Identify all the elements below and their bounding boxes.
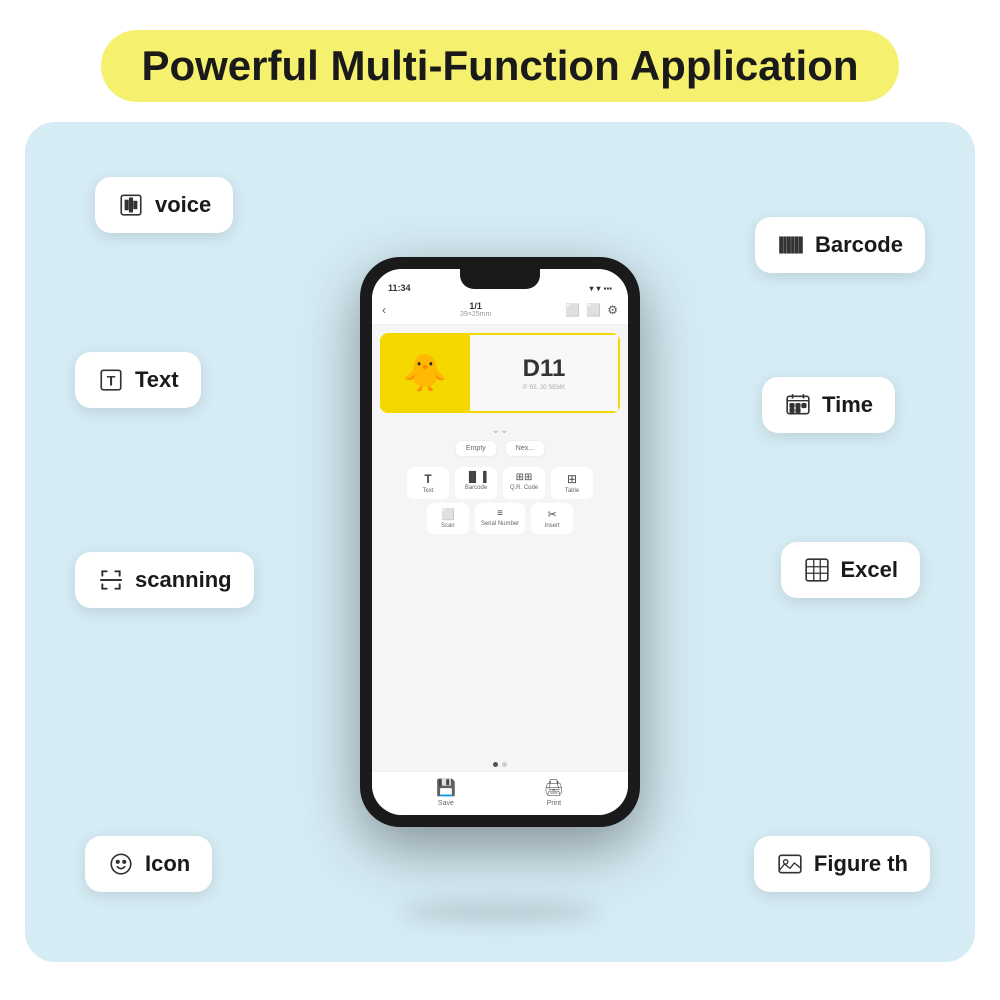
label-preview: 🐥 D11 © '05, 20 SEMK xyxy=(380,333,620,413)
toolbar-insert-label: Insert xyxy=(545,523,560,529)
label-copyright: © '05, 20 SEMK xyxy=(523,385,566,391)
excel-badge[interactable]: Excel xyxy=(781,542,921,598)
time-badge[interactable]: Time xyxy=(762,377,895,433)
toolbar-insert-icon: ✂ xyxy=(548,508,557,521)
toolbar-text-label: Text xyxy=(422,488,433,494)
print-icon: 🖨 xyxy=(544,778,564,798)
title-container: Powerful Multi-Function Application xyxy=(40,30,960,102)
smiley-icon xyxy=(107,850,135,878)
image-icon[interactable]: ⬜ xyxy=(586,303,601,317)
page-num: 1/1 xyxy=(460,301,491,311)
toolbar-table-icon: ⊞ xyxy=(567,472,577,486)
phone-screen: 11:34 ▾ ▾ ▪▪▪ ‹ 1/1 39×25mm ⬜ xyxy=(372,269,628,815)
title-pill: Powerful Multi-Function Application xyxy=(101,30,898,102)
toolbar-barcode-label: Barcode xyxy=(465,485,487,491)
bottom-bar: 💾 Save 🖨 Print xyxy=(372,771,628,815)
app-nav: ‹ 1/1 39×25mm ⬜ ⬜ ⚙ xyxy=(372,297,628,325)
figure-badge[interactable]: Figure th xyxy=(754,836,930,892)
text-badge[interactable]: T Text xyxy=(75,352,201,408)
quick-actions: Empty Nex... xyxy=(372,440,628,461)
time-icon xyxy=(784,391,812,419)
print-btn[interactable]: 🖨 Print xyxy=(544,778,564,807)
toolbar-text-icon: T xyxy=(424,472,431,486)
dot-1 xyxy=(493,762,498,767)
barcode-badge[interactable]: Barcode xyxy=(755,217,925,273)
scanning-badge[interactable]: scanning xyxy=(75,552,254,608)
figure-icon xyxy=(776,850,804,878)
save-btn[interactable]: 💾 Save xyxy=(436,778,456,807)
toolbar-qr-label: Q.R. Code xyxy=(510,485,538,491)
barcode-label: Barcode xyxy=(815,232,903,258)
toolbar-table-btn[interactable]: ⊞ Table xyxy=(551,467,593,499)
voice-icon xyxy=(117,191,145,219)
chevron-down-icon: ⌄⌄ xyxy=(492,425,509,436)
toolbar-row-2: ⬜ Scan ≡ Serial Number ✂ Insert xyxy=(380,503,620,534)
text-icon: T xyxy=(97,366,125,394)
toolbar-serial-label: Serial Number xyxy=(481,521,519,527)
excel-icon xyxy=(803,556,831,584)
icon-label: Icon xyxy=(145,851,190,877)
page-dots xyxy=(372,758,628,771)
dimensions: 39×25mm xyxy=(460,311,491,318)
next-btn[interactable]: Nex... xyxy=(505,440,545,457)
time-label: Time xyxy=(822,392,873,418)
toolbar-table-label: Table xyxy=(565,488,579,494)
toolbar-qr-icon: ⊞⊞ xyxy=(516,472,533,483)
empty-btn[interactable]: Empty xyxy=(455,440,497,457)
share-icon[interactable]: ⬜ xyxy=(565,303,580,317)
battery-icon: ▪▪▪ xyxy=(603,284,612,293)
scanning-label: scanning xyxy=(135,567,232,593)
phone-notch xyxy=(460,269,540,289)
toolbar-barcode-btn[interactable]: ▐▌▐ Barcode xyxy=(455,467,497,499)
dot-2 xyxy=(502,762,507,767)
toolbar-insert-btn[interactable]: ✂ Insert xyxy=(531,503,573,534)
toolbar-qr-btn[interactable]: ⊞⊞ Q.R. Code xyxy=(503,467,545,499)
page-container: Powerful Multi-Function Application voic… xyxy=(0,0,1000,1000)
back-icon[interactable]: ‹ xyxy=(382,303,386,317)
signal-icon: ▾ xyxy=(596,284,600,293)
toolbar-text-btn[interactable]: T Text xyxy=(407,467,449,499)
main-card: voice T Text sca xyxy=(25,122,975,962)
duck-image: 🐥 xyxy=(403,352,448,394)
text-label: Text xyxy=(135,367,179,393)
chevron-area: ⌄⌄ xyxy=(372,421,628,440)
toolbar-scan-btn[interactable]: ⬜ Scan xyxy=(427,503,469,534)
phone-mockup: 11:34 ▾ ▾ ▪▪▪ ‹ 1/1 39×25mm ⬜ xyxy=(360,257,640,827)
phone-shadow xyxy=(400,902,600,922)
icon-badge[interactable]: Icon xyxy=(85,836,212,892)
print-label: Print xyxy=(547,800,561,807)
settings-icon[interactable]: ⚙ xyxy=(607,303,618,317)
svg-text:T: T xyxy=(107,372,116,388)
save-icon: 💾 xyxy=(436,778,456,798)
excel-label: Excel xyxy=(841,557,899,583)
label-text-section: D11 © '05, 20 SEMK xyxy=(470,333,620,413)
voice-badge[interactable]: voice xyxy=(95,177,233,233)
status-time: 11:34 xyxy=(388,283,411,293)
toolbar-scan-icon: ⬜ xyxy=(441,508,455,521)
toolbar-serial-icon: ≡ xyxy=(497,508,503,519)
save-label: Save xyxy=(438,800,454,807)
scanning-icon xyxy=(97,566,125,594)
toolbar-section: T Text ▐▌▐ Barcode ⊞⊞ Q.R. Code ⊞ xyxy=(372,461,628,758)
nav-icons: ⬜ ⬜ ⚙ xyxy=(565,303,618,317)
toolbar-barcode-icon: ▐▌▐ xyxy=(465,472,486,483)
figure-label: Figure th xyxy=(814,851,908,877)
nav-center: 1/1 39×25mm xyxy=(460,301,491,318)
duck-section: 🐥 xyxy=(380,333,470,413)
barcode-icon xyxy=(777,231,805,259)
toolbar-scan-label: Scan xyxy=(441,523,455,529)
voice-label: voice xyxy=(155,192,211,218)
label-d11: D11 xyxy=(523,355,566,383)
wifi-icon: ▾ xyxy=(589,284,593,293)
status-icons: ▾ ▾ ▪▪▪ xyxy=(589,284,612,293)
page-title: Powerful Multi-Function Application xyxy=(141,42,858,89)
toolbar-serial-btn[interactable]: ≡ Serial Number xyxy=(475,503,525,534)
toolbar-row-1: T Text ▐▌▐ Barcode ⊞⊞ Q.R. Code ⊞ xyxy=(380,467,620,499)
